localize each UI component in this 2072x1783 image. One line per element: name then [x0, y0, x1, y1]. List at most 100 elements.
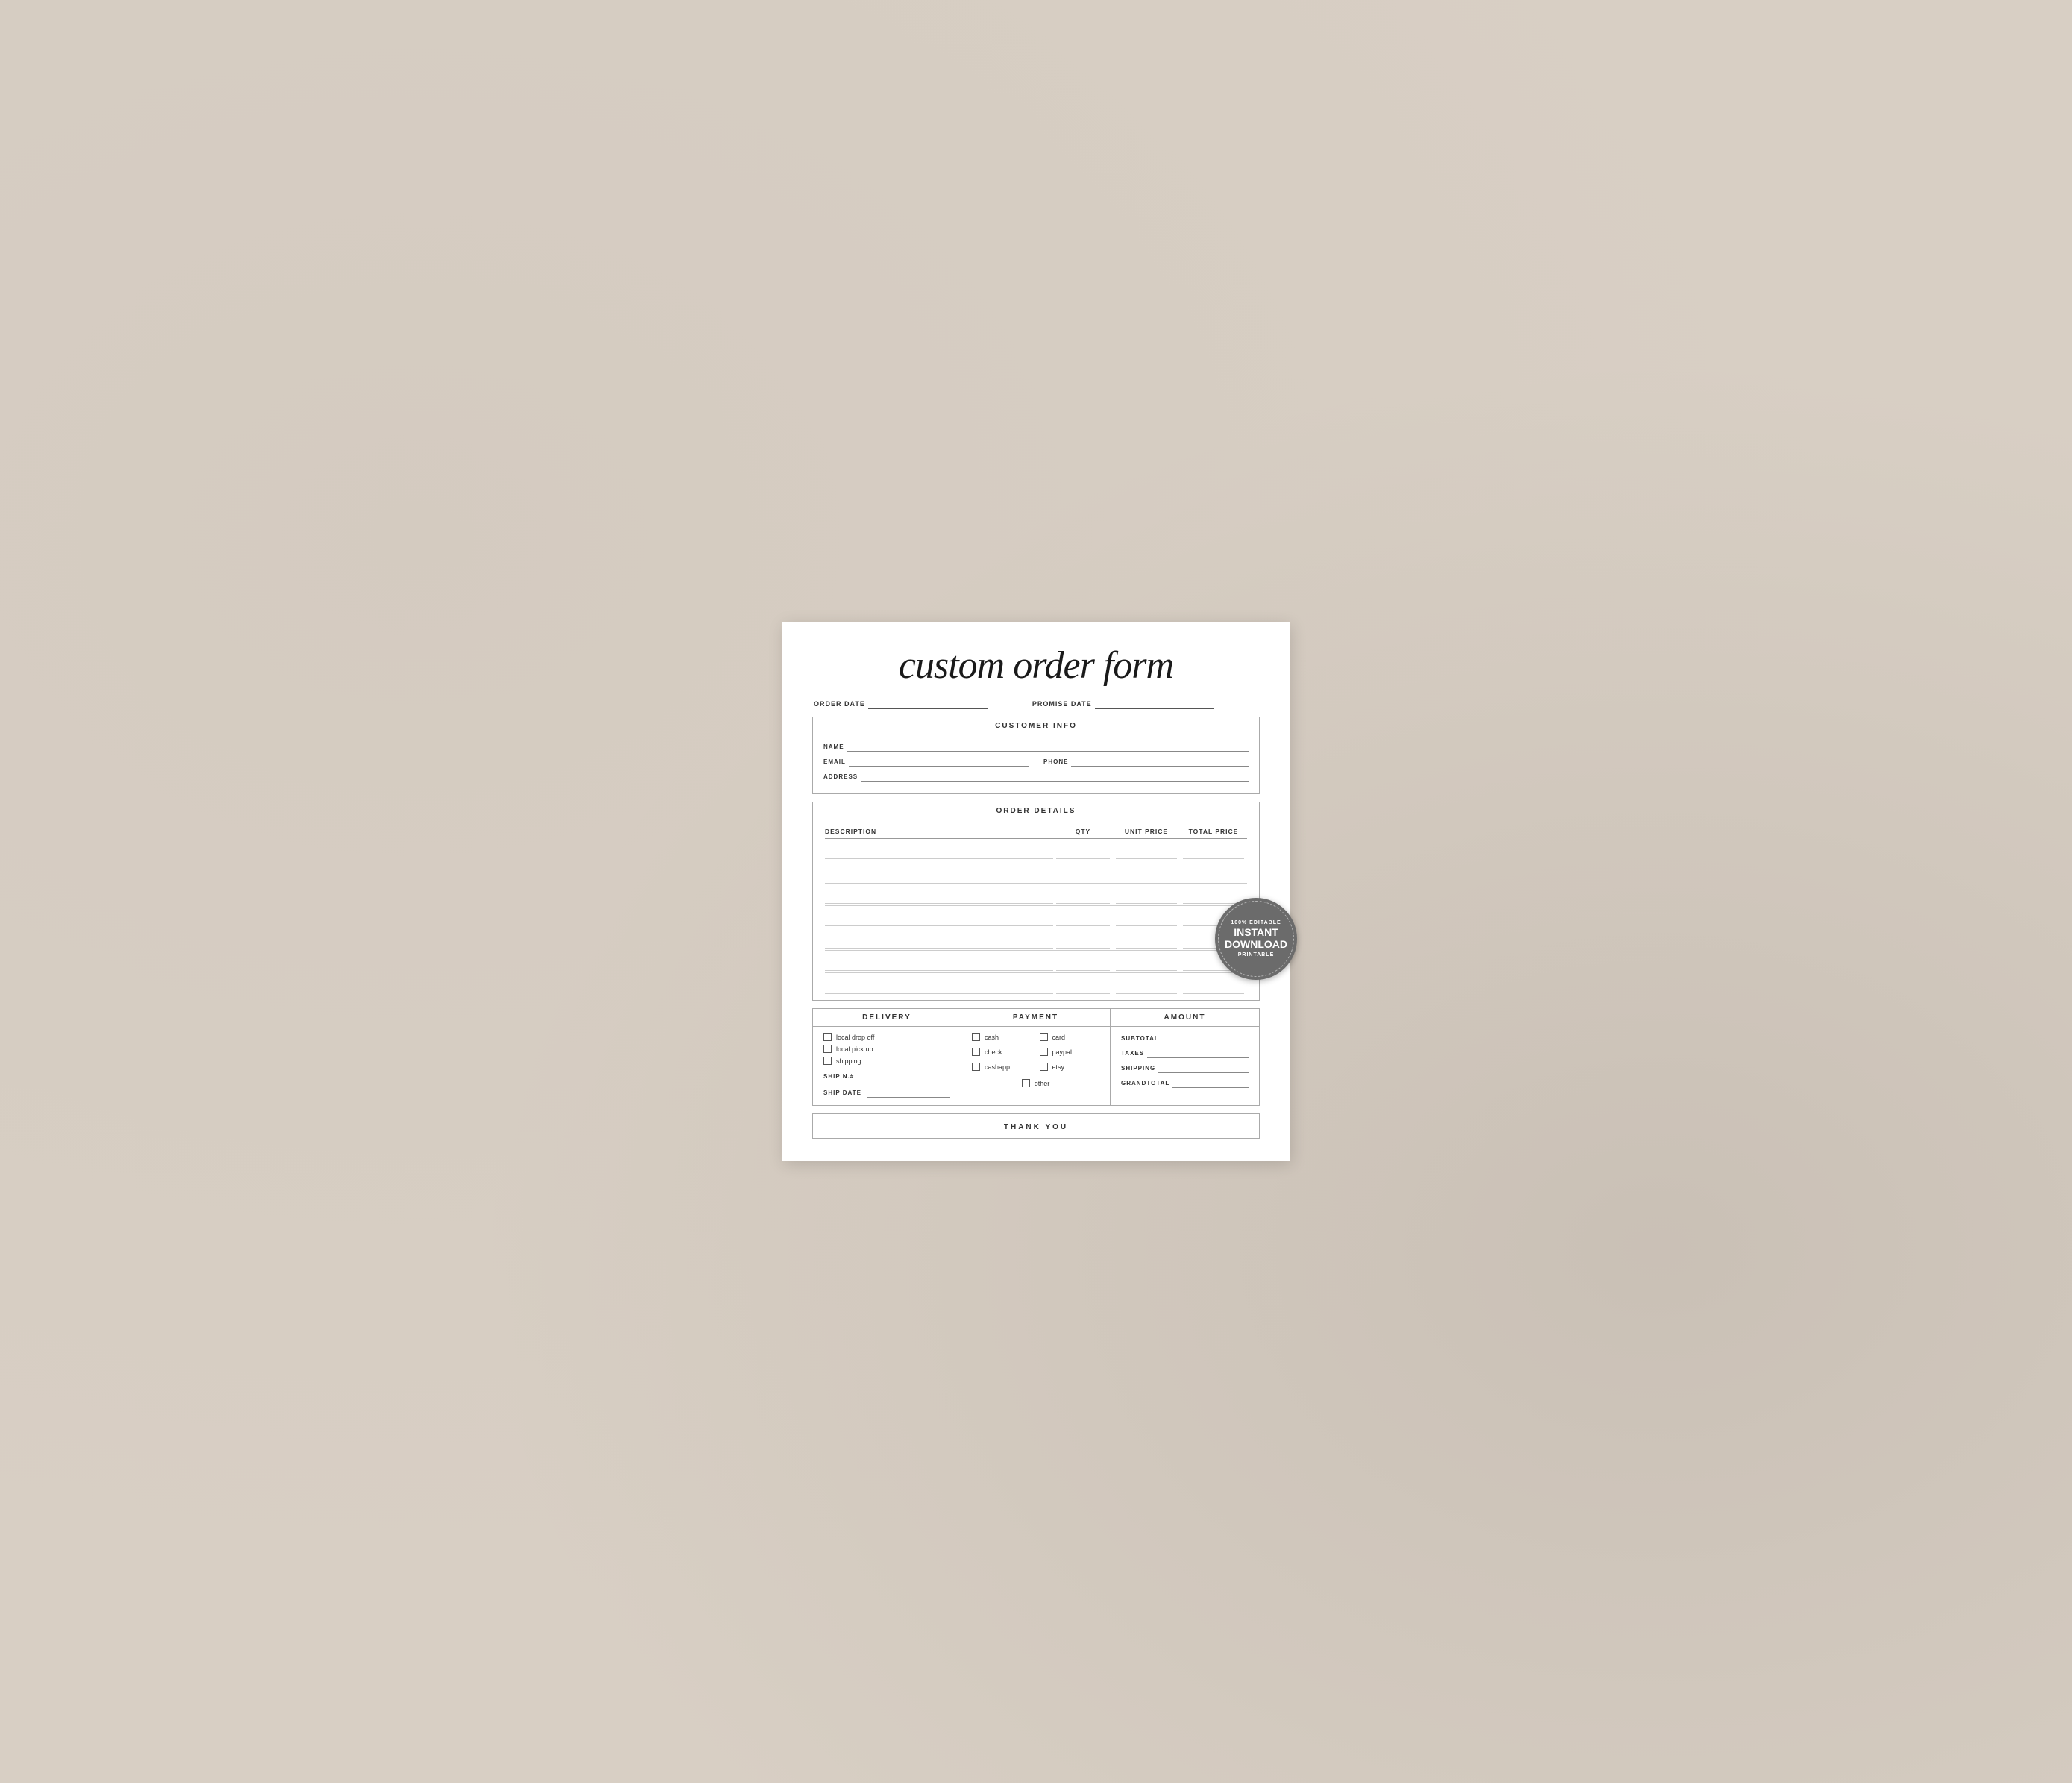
- unit-cell-1[interactable]: [1113, 841, 1180, 859]
- promise-date-line[interactable]: [1095, 699, 1214, 709]
- address-line[interactable]: [861, 771, 1249, 782]
- subtotal-line[interactable]: [1162, 1033, 1249, 1043]
- qty-cell-4[interactable]: [1053, 908, 1113, 926]
- total-cell-7[interactable]: [1180, 976, 1247, 994]
- qty-cell-1[interactable]: [1053, 841, 1113, 859]
- form-title: custom order form: [812, 644, 1260, 687]
- thank-you-text: THANK YOU: [1004, 1123, 1068, 1131]
- payment-option-check[interactable]: check: [972, 1048, 1032, 1056]
- order-date-field: ORDER DATE: [814, 699, 988, 709]
- qty-cell-2[interactable]: [1053, 864, 1113, 881]
- payment-content: cash card check paypal: [961, 1027, 1110, 1098]
- other-label: other: [1035, 1080, 1050, 1087]
- order-row: [825, 906, 1247, 928]
- amount-content: SUBTOTAL TAXES SHIPPING GRANDTOTAL: [1111, 1027, 1259, 1100]
- ship-date-field: SHIP DATE: [823, 1087, 950, 1098]
- qty-cell-6[interactable]: [1053, 953, 1113, 971]
- unit-cell-5[interactable]: [1113, 931, 1180, 949]
- payment-option-cashapp[interactable]: cashapp: [972, 1063, 1032, 1071]
- unit-cell-4[interactable]: [1113, 908, 1180, 926]
- payment-grid: cash card check paypal: [972, 1033, 1099, 1075]
- payment-option-cash[interactable]: cash: [972, 1033, 1032, 1041]
- order-row: [825, 973, 1247, 996]
- ship-date-label: SHIP DATE: [823, 1089, 861, 1096]
- checkbox-cash[interactable]: [972, 1033, 980, 1041]
- card-label: card: [1052, 1034, 1066, 1041]
- delivery-option-local-dropoff[interactable]: local drop off: [823, 1033, 950, 1041]
- delivery-section: DELIVERY local drop off local pick up sh…: [812, 1008, 961, 1106]
- desc-cell-1[interactable]: [825, 841, 1053, 859]
- shipping-label: shipping: [836, 1057, 861, 1065]
- desc-cell-6[interactable]: [825, 953, 1053, 971]
- order-row: [825, 839, 1247, 861]
- subtotal-label: SUBTOTAL: [1121, 1035, 1159, 1042]
- order-details-section: ORDER DETAILS DESCRIPTION QTY UNIT PRICE…: [812, 802, 1260, 1001]
- shipping-field: SHIPPING: [1121, 1063, 1249, 1073]
- desc-cell-3[interactable]: [825, 886, 1053, 904]
- checkbox-paypal[interactable]: [1040, 1048, 1048, 1056]
- shipping-amount-line[interactable]: [1158, 1063, 1249, 1073]
- order-table-header: DESCRIPTION QTY UNIT PRICE TOTAL PRICE: [825, 825, 1247, 839]
- qty-cell-7[interactable]: [1053, 976, 1113, 994]
- checkbox-other[interactable]: [1022, 1079, 1030, 1087]
- payment-option-other[interactable]: other: [1022, 1079, 1050, 1087]
- ship-n-label: SHIP N.#: [823, 1073, 854, 1080]
- taxes-label: TAXES: [1121, 1050, 1144, 1057]
- shipping-amount-label: SHIPPING: [1121, 1065, 1155, 1072]
- delivery-option-local-pickup[interactable]: local pick up: [823, 1045, 950, 1053]
- grandtotal-field: GRANDTOTAL: [1121, 1078, 1249, 1088]
- order-row: [825, 928, 1247, 951]
- instant-download-badge: 100% EDITABLE INSTANTDOWNLOAD PRINTABLE: [1215, 898, 1297, 980]
- phone-line[interactable]: [1071, 756, 1249, 767]
- amount-header: AMOUNT: [1111, 1009, 1259, 1027]
- desc-cell-4[interactable]: [825, 908, 1053, 926]
- date-row: ORDER DATE PROMISE DATE: [812, 699, 1260, 709]
- name-label: NAME: [823, 743, 844, 750]
- name-field: NAME: [823, 741, 1249, 752]
- grandtotal-line[interactable]: [1172, 1078, 1249, 1088]
- unit-cell-3[interactable]: [1113, 886, 1180, 904]
- checkbox-cashapp[interactable]: [972, 1063, 980, 1071]
- delivery-option-shipping[interactable]: shipping: [823, 1057, 950, 1065]
- total-cell-1[interactable]: [1180, 841, 1247, 859]
- desc-cell-2[interactable]: [825, 864, 1053, 881]
- checkbox-etsy[interactable]: [1040, 1063, 1048, 1071]
- total-cell-2[interactable]: [1180, 864, 1247, 881]
- bottom-row: DELIVERY local drop off local pick up sh…: [812, 1008, 1260, 1106]
- delivery-header: DELIVERY: [813, 1009, 961, 1027]
- etsy-label: etsy: [1052, 1063, 1065, 1071]
- badge-main-text: INSTANTDOWNLOAD: [1225, 926, 1287, 950]
- checkbox-check[interactable]: [972, 1048, 980, 1056]
- unit-cell-2[interactable]: [1113, 864, 1180, 881]
- qty-cell-3[interactable]: [1053, 886, 1113, 904]
- name-line[interactable]: [847, 741, 1249, 752]
- checkbox-card[interactable]: [1040, 1033, 1048, 1041]
- ship-n-line[interactable]: [860, 1071, 950, 1081]
- qty-cell-5[interactable]: [1053, 931, 1113, 949]
- local-dropoff-label: local drop off: [836, 1034, 874, 1041]
- unit-cell-6[interactable]: [1113, 953, 1180, 971]
- unit-cell-7[interactable]: [1113, 976, 1180, 994]
- checkbox-shipping[interactable]: [823, 1057, 832, 1065]
- order-date-line[interactable]: [868, 699, 988, 709]
- badge-top-text: 100% EDITABLE: [1231, 920, 1281, 925]
- form-container: 100% EDITABLE INSTANTDOWNLOAD PRINTABLE …: [782, 622, 1290, 1161]
- col-unit-price: UNIT PRICE: [1113, 828, 1180, 835]
- order-row: [825, 884, 1247, 906]
- promise-date-field: PROMISE DATE: [1032, 699, 1214, 709]
- payment-option-paypal[interactable]: paypal: [1040, 1048, 1100, 1056]
- phone-field: PHONE: [1043, 756, 1249, 767]
- payment-option-etsy[interactable]: etsy: [1040, 1063, 1100, 1071]
- total-cell-3[interactable]: [1180, 886, 1247, 904]
- checkbox-local-pickup[interactable]: [823, 1045, 832, 1053]
- payment-option-card[interactable]: card: [1040, 1033, 1100, 1041]
- address-field: ADDRESS: [823, 771, 1249, 782]
- taxes-line[interactable]: [1147, 1048, 1249, 1058]
- email-line[interactable]: [849, 756, 1029, 767]
- customer-info-header: CUSTOMER INFO: [813, 717, 1259, 735]
- ship-date-line[interactable]: [867, 1087, 950, 1098]
- checkbox-local-dropoff[interactable]: [823, 1033, 832, 1041]
- email-field: EMAIL: [823, 756, 1029, 767]
- desc-cell-5[interactable]: [825, 931, 1053, 949]
- desc-cell-7[interactable]: [825, 976, 1053, 994]
